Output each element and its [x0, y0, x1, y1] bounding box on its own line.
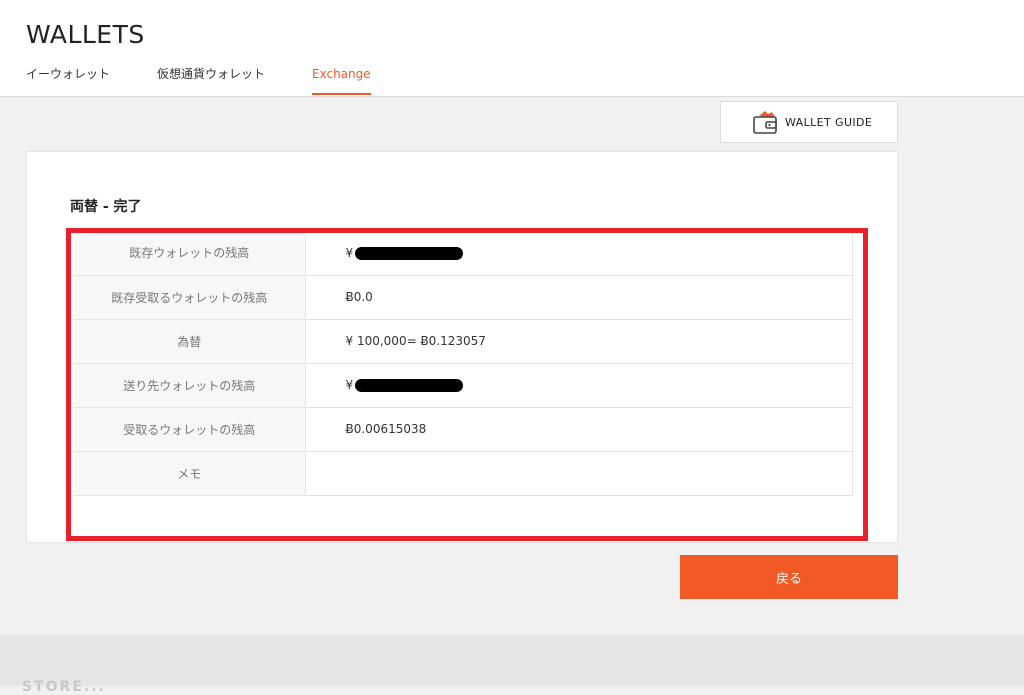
row-value: ¥ 100,000= Ƀ0.123057	[305, 319, 853, 364]
row-label: 既存ウォレットの残高	[74, 231, 306, 276]
row-value: Ƀ0.0	[305, 275, 853, 320]
table-row: 既存受取るウォレットの残高 Ƀ0.0	[74, 275, 853, 320]
redaction-mark	[355, 246, 464, 260]
tab-exchange[interactable]: Exchange	[312, 67, 371, 95]
redaction-mark	[355, 379, 464, 392]
table-row: メモ	[74, 451, 853, 496]
section-title: 両替 - 完了	[70, 199, 142, 215]
footer-logo: STORE...	[22, 679, 106, 695]
table-row: 送り先ウォレットの残高 ¥	[74, 363, 853, 408]
tab-e-wallet[interactable]: イーウォレット	[26, 67, 110, 95]
row-label: 受取るウォレットの残高	[74, 407, 306, 452]
wallet-guide-button[interactable]: WALLET GUIDE	[720, 101, 898, 143]
row-label: 為替	[74, 319, 306, 364]
row-value: ¥	[305, 231, 853, 276]
footer: STORE...	[0, 635, 1024, 695]
row-value-text: ¥	[345, 378, 354, 392]
row-value-text: ¥	[345, 245, 354, 260]
row-value: ¥	[305, 363, 853, 408]
exchange-summary-table: 既存ウォレットの残高 ¥ 既存受取るウォレットの残高 Ƀ0.0 為替 ¥ 100…	[74, 231, 853, 496]
back-button[interactable]: 戻る	[680, 555, 898, 599]
wallet-guide-label: WALLET GUIDE	[785, 116, 873, 129]
table-row: 既存ウォレットの残高 ¥	[74, 231, 853, 276]
wallet-icon	[751, 110, 779, 136]
table-row: 為替 ¥ 100,000= Ƀ0.123057	[74, 319, 853, 364]
row-value: Ƀ0.00615038	[305, 407, 853, 452]
row-value	[305, 451, 853, 496]
header: WALLETS イーウォレット 仮想通貨ウォレット Exchange	[0, 0, 1024, 97]
row-label: メモ	[74, 451, 306, 496]
row-label: 既存受取るウォレットの残高	[74, 275, 306, 320]
table-row: 受取るウォレットの残高 Ƀ0.00615038	[74, 407, 853, 452]
page-title: WALLETS	[26, 20, 145, 49]
row-label: 送り先ウォレットの残高	[74, 363, 306, 408]
tab-crypto-wallet[interactable]: 仮想通貨ウォレット	[157, 67, 265, 95]
